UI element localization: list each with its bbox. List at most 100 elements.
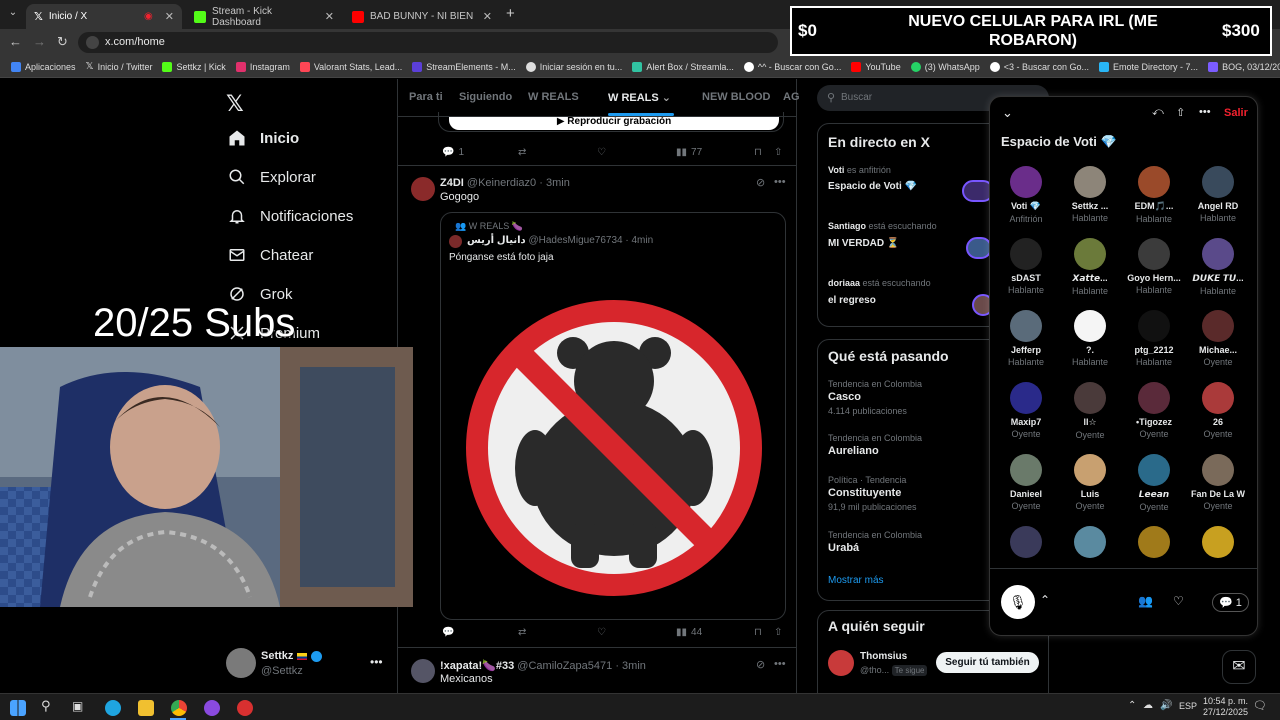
- mic-button[interactable]: 🎙: [1001, 585, 1035, 619]
- share-button[interactable]: ⇧: [774, 627, 782, 638]
- more-icon[interactable]: •••: [774, 658, 786, 670]
- comments-button[interactable]: 💬 1: [1212, 593, 1249, 612]
- bookmark-item[interactable]: ^^ - Buscar con Go...: [739, 61, 846, 72]
- post-time[interactable]: 3min: [622, 660, 646, 672]
- language-indicator[interactable]: ESP: [1179, 701, 1197, 711]
- more-icon[interactable]: •••: [1199, 106, 1211, 118]
- bookmark-apps[interactable]: Aplicaciones: [6, 61, 81, 72]
- participant[interactable]: EDM🎵... Hablante: [1124, 166, 1184, 224]
- live-entry-title[interactable]: MI VERDAD ⏳: [828, 238, 899, 249]
- avatar[interactable]: [411, 659, 435, 683]
- bookmark-item[interactable]: Instagram: [231, 61, 295, 72]
- participant[interactable]: 26 Oyente: [1188, 382, 1248, 439]
- participant[interactable]: ll☆ Oyente: [1060, 382, 1120, 440]
- like-button[interactable]: ♡: [597, 147, 606, 158]
- minimize-icon[interactable]: ⌄: [1002, 105, 1013, 121]
- nav-chatear[interactable]: Chatear: [228, 246, 313, 264]
- close-icon[interactable]: ✕: [325, 10, 334, 23]
- participant[interactable]: •Tigozez Oyente: [1124, 382, 1184, 439]
- repost-button[interactable]: ⇄: [518, 147, 526, 158]
- participant[interactable]: Fan De La W Oyente: [1188, 454, 1248, 511]
- rotate-icon[interactable]: ⤺: [1152, 106, 1164, 119]
- share-button[interactable]: ⇧: [774, 147, 782, 158]
- participant[interactable]: Jefferp Hablante: [996, 310, 1056, 367]
- account-more-icon[interactable]: •••: [370, 655, 383, 669]
- bookmark-item[interactable]: Iniciar sesión en tu...: [521, 61, 628, 72]
- nav-explorar[interactable]: Explorar: [228, 168, 316, 186]
- bookmark-item[interactable]: StreamElements - M...: [407, 61, 521, 72]
- close-icon[interactable]: ✕: [483, 10, 492, 23]
- participant[interactable]: ptg_2212 Hablante: [1124, 310, 1184, 367]
- bookmark-item[interactable]: BOG, 03/12/2023: [1203, 61, 1280, 72]
- heart-plus-icon[interactable]: ♡: [1173, 594, 1184, 608]
- bookmark-button[interactable]: ⊓: [754, 147, 762, 158]
- x-logo-icon[interactable]: 𝕏: [226, 91, 244, 117]
- participant[interactable]: Luis Oyente: [1060, 454, 1120, 511]
- volume-icon[interactable]: 🔊: [1160, 700, 1172, 711]
- participant[interactable]: Voti 💎 Anfitrión: [996, 166, 1056, 224]
- forward-icon[interactable]: →: [33, 34, 46, 49]
- cloud-icon[interactable]: ☁: [1143, 700, 1153, 711]
- suggested-user-name[interactable]: Thomsius: [860, 651, 907, 662]
- tab-search-icon[interactable]: ⌄: [6, 7, 20, 21]
- chevron-down-icon[interactable]: ⌄: [662, 92, 671, 104]
- participant[interactable]: Michae... Oyente: [1188, 310, 1248, 367]
- tab-inicio[interactable]: 𝕏 Inicio / X ◉ ✕: [26, 4, 182, 29]
- tab-new-blood[interactable]: NEW BLOOD: [702, 91, 770, 103]
- bookmark-item[interactable]: <3 - Buscar con Go...: [985, 61, 1094, 72]
- edge-icon[interactable]: [105, 700, 121, 716]
- tab-siguiendo[interactable]: Siguiendo: [459, 91, 512, 103]
- bookmark-item[interactable]: Emote Directory - 7...: [1094, 61, 1203, 72]
- obs-icon[interactable]: [204, 700, 220, 716]
- bookmark-item[interactable]: Settkz | Kick: [157, 61, 230, 72]
- participant[interactable]: [1188, 526, 1248, 558]
- views-button[interactable]: ▮▮ 44: [676, 627, 702, 638]
- trend-item[interactable]: Tendencia en Colombia Aureliano: [828, 433, 922, 457]
- avatar[interactable]: [226, 648, 256, 678]
- participant[interactable]: Angel RD Hablante: [1188, 166, 1248, 223]
- leave-space-button[interactable]: Salir: [1224, 107, 1248, 119]
- close-icon[interactable]: ✕: [165, 10, 174, 23]
- trend-item[interactable]: Tendencia en Colombia Casco 4.114 public…: [828, 379, 922, 416]
- participant[interactable]: 𝘿𝙐𝙆𝙀 𝙏𝙐... Hablante: [1188, 238, 1248, 296]
- participant[interactable]: sDAST Hablante: [996, 238, 1056, 295]
- app-icon[interactable]: [237, 700, 253, 716]
- trend-item[interactable]: Política · Tendencia Constituyente 91,9 …: [828, 475, 917, 512]
- author-handle[interactable]: @Keinerdiaz0: [467, 177, 536, 189]
- tab-youtube[interactable]: BAD BUNNY - NI BIEN NI MAL ✕: [344, 4, 500, 29]
- chrome-icon[interactable]: [171, 700, 187, 716]
- bookmark-item[interactable]: YouTube: [846, 61, 905, 72]
- reply-button[interactable]: 💬: [442, 627, 454, 638]
- quoted-post[interactable]: 👥 W REALS 🍆 دانيال أريس @HadesMigue76734…: [440, 212, 786, 620]
- grok-icon[interactable]: ⊘: [756, 658, 765, 671]
- more-icon[interactable]: •••: [774, 176, 786, 188]
- bookmark-item[interactable]: 𝕏 Inicio / Twitter: [81, 61, 158, 72]
- post-time[interactable]: 3min: [546, 177, 570, 189]
- participant[interactable]: Settkz ... Hablante: [1060, 166, 1120, 223]
- grok-icon[interactable]: ⊘: [756, 176, 765, 189]
- clock[interactable]: 10:54 p. m. 27/12/2025: [1203, 696, 1248, 718]
- participant[interactable]: ?. Hablante: [1060, 310, 1120, 367]
- participant[interactable]: 𝙇𝙚𝙚𝙖𝙣 Oyente: [1124, 454, 1184, 512]
- tab-w-reals-1[interactable]: W REALS: [528, 91, 579, 103]
- live-entry-title[interactable]: el regreso: [828, 295, 876, 306]
- participant[interactable]: Maxip7 Oyente: [996, 382, 1056, 439]
- windows-start-icon[interactable]: [10, 700, 26, 716]
- chevron-up-icon[interactable]: ⌃: [1040, 593, 1050, 607]
- back-icon[interactable]: ←: [9, 34, 22, 49]
- bookmark-item[interactable]: Valorant Stats, Lead...: [295, 61, 407, 72]
- reply-button[interactable]: 💬 1: [442, 147, 464, 158]
- file-explorer-icon[interactable]: [138, 700, 154, 716]
- follow-back-button[interactable]: Seguir tú también: [936, 652, 1039, 673]
- tab-kick[interactable]: Stream - Kick Dashboard ✕: [186, 4, 342, 29]
- show-more-link[interactable]: Mostrar más: [828, 575, 884, 586]
- messages-drawer-button[interactable]: ✉: [1222, 650, 1256, 684]
- notification-icon[interactable]: 🗨: [1253, 699, 1267, 712]
- people-icon[interactable]: 👥: [1138, 594, 1153, 608]
- participant[interactable]: [996, 526, 1056, 558]
- participant[interactable]: 𝙓𝙖𝙩𝙩𝙚... Hablante: [1060, 238, 1120, 296]
- site-info-icon[interactable]: [86, 36, 99, 49]
- bookmark-item[interactable]: (3) WhatsApp: [906, 61, 985, 72]
- share-icon[interactable]: ⇧: [1176, 106, 1185, 119]
- bookmark-item[interactable]: Alert Box / Streamla...: [627, 61, 739, 72]
